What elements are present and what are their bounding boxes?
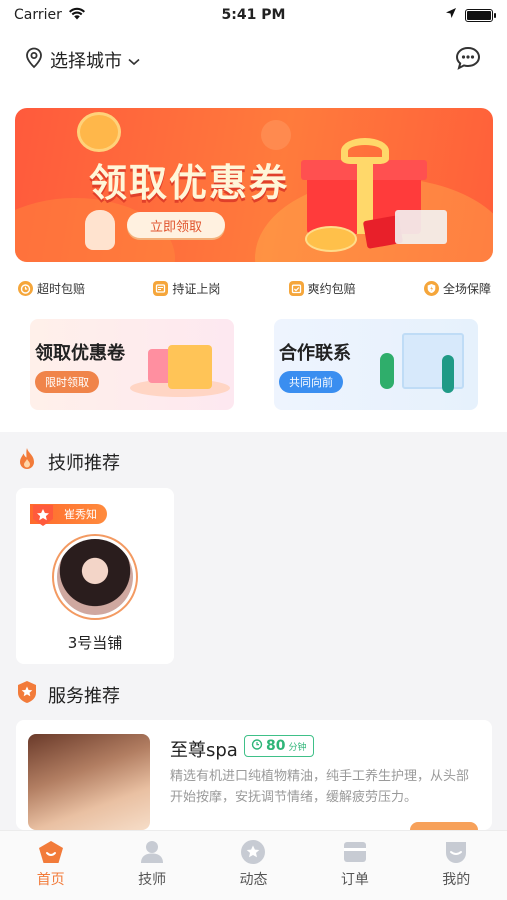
feature-item: 超时包赔	[18, 276, 85, 300]
feature-label: 持证上岗	[172, 281, 221, 296]
feature-item: 全场保障	[423, 276, 491, 300]
tab-label: 首页	[36, 872, 65, 888]
service-description: 精选有机进口纯植物精油，纯手工养生护理，从头部开始按摩，安抚调节情绪，缓解疲劳压…	[170, 769, 470, 805]
coupon-claim-button[interactable]: 限时领取	[35, 371, 99, 393]
tab-technician[interactable]: 技师	[112, 839, 192, 900]
tab-profile[interactable]: 我的	[416, 839, 496, 900]
wifi-icon	[68, 7, 86, 24]
alarm-clock-icon	[18, 280, 33, 296]
shield-icon	[423, 280, 439, 296]
flame-icon	[16, 447, 38, 476]
tab-home[interactable]: 首页	[11, 839, 91, 900]
banner-title: 领取优惠券	[89, 161, 290, 205]
status-right	[445, 7, 496, 23]
location-pin-icon	[24, 47, 44, 74]
location-arrow-icon	[445, 7, 457, 23]
status-bar: Carrier 5:41 PM	[0, 0, 507, 30]
book-button[interactable]	[410, 822, 478, 830]
banner-claim-button[interactable]: 立即领取	[127, 212, 225, 238]
technician-icon	[138, 839, 166, 865]
profile-icon	[442, 839, 470, 865]
chevron-down-icon	[128, 50, 140, 71]
gift-box-icon	[168, 345, 212, 389]
duration-badge: 80 分钟	[244, 735, 314, 757]
feature-label: 全场保障	[442, 281, 491, 296]
duration-unit: 分钟	[288, 742, 307, 753]
order-icon	[341, 839, 369, 865]
coupon-card-title: 领取优惠卷	[35, 343, 125, 364]
coin-icon	[77, 112, 121, 152]
city-label: 选择城市	[50, 51, 122, 72]
technician-card[interactable]: 崔秀知 3号当铺	[16, 488, 174, 664]
technician-avatar[interactable]	[52, 534, 138, 620]
cooperation-button[interactable]: 共同向前	[279, 371, 343, 393]
carrier-group: Carrier	[14, 7, 86, 24]
tab-label: 动态	[239, 872, 268, 888]
carrier-label: Carrier	[14, 7, 62, 23]
service-name: 至尊spa	[170, 740, 238, 761]
message-button[interactable]	[453, 45, 483, 75]
certificate-icon	[153, 280, 169, 296]
moments-icon	[239, 839, 267, 865]
battery-icon	[465, 8, 496, 22]
clock-icon	[251, 738, 263, 754]
feature-label: 爽约包赔	[307, 281, 356, 296]
feature-label: 超时包赔	[37, 281, 86, 296]
coupon-card[interactable]: 领取优惠卷 限时领取	[30, 319, 234, 410]
star-badge-icon	[30, 502, 56, 528]
service-section-title: 服务推荐	[48, 685, 120, 707]
service-image	[28, 734, 150, 830]
tab-orders[interactable]: 订单	[315, 839, 395, 900]
star-badge-icon	[16, 680, 38, 709]
home-icon	[37, 839, 65, 865]
cooperation-card[interactable]: 合作联系 共同向前	[274, 319, 478, 410]
tab-bar: 首页 技师 动态 订单 我的	[0, 830, 507, 900]
tab-label: 我的	[442, 872, 471, 888]
duration-value: 80	[266, 738, 286, 754]
promo-banner[interactable]: 领取优惠券 立即领取	[15, 108, 493, 262]
calendar-check-icon	[288, 280, 304, 296]
service-card[interactable]: 至尊spa 80 分钟 精选有机进口纯植物精油，纯手工养生护理，从头部开始按摩，…	[16, 720, 492, 830]
technician-section-header: 技师推荐	[16, 447, 120, 476]
board-illustration	[402, 333, 464, 389]
technician-section-title: 技师推荐	[48, 452, 120, 474]
tab-moments[interactable]: 动态	[213, 839, 293, 900]
city-selector[interactable]: 选择城市	[24, 47, 140, 74]
chat-bubble-icon	[455, 46, 481, 74]
person-illustration	[442, 355, 454, 393]
feature-strip: 超时包赔 持证上岗 爽约包赔 全场保障	[0, 276, 507, 300]
top-area: 选择城市 领取优惠券 立即领取 超时包赔 持证上岗 爽约包赔 全场保障 领取优惠…	[0, 30, 507, 432]
service-section-header: 服务推荐	[16, 680, 120, 709]
person-illustration	[380, 353, 394, 389]
feature-item: 爽约包赔	[288, 276, 356, 300]
feature-item: 持证上岗	[153, 276, 220, 300]
tab-label: 订单	[340, 872, 369, 888]
coin-stack-icon	[305, 226, 357, 252]
hand-pointer-icon	[85, 210, 115, 250]
cash-icon	[395, 210, 447, 244]
tab-label: 技师	[138, 872, 167, 888]
cooperation-card-title: 合作联系	[279, 343, 351, 364]
technician-name: 3号当铺	[67, 634, 123, 652]
coin-icon	[261, 120, 291, 150]
header: 选择城市	[0, 30, 507, 90]
